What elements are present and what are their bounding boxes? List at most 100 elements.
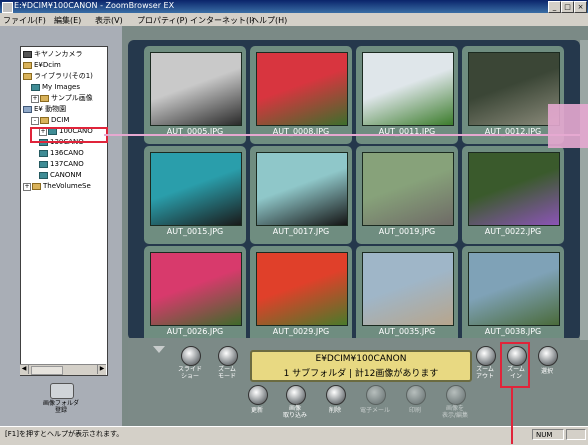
tree-node[interactable]: キヤノンカメラ xyxy=(21,49,107,60)
zoom-mode-button[interactable] xyxy=(218,346,238,366)
expand-toggle-icon[interactable]: + xyxy=(23,182,31,191)
thumbnail-image[interactable] xyxy=(150,252,242,326)
refresh-button[interactable] xyxy=(248,385,268,405)
thumbnail-image[interactable] xyxy=(150,152,242,226)
tree-node-label: 137CANO xyxy=(50,160,84,168)
tree-scrollbar[interactable]: ◀ ▶ xyxy=(20,364,106,375)
thumbnail-image[interactable] xyxy=(256,152,348,226)
select-button[interactable] xyxy=(538,346,558,366)
collapse-arrow-icon[interactable] xyxy=(153,346,165,353)
tree-node[interactable]: + サンプル画像 xyxy=(21,93,107,104)
main-scrollbar[interactable] xyxy=(580,40,588,340)
scroll-thumb[interactable] xyxy=(31,366,63,375)
info-count: 1 サブフォルダ | 計12画像があります xyxy=(283,369,439,379)
thumbnail-filename: AUT_0015.JPG xyxy=(166,227,224,236)
import-button[interactable] xyxy=(286,385,306,405)
tree-node[interactable]: 136CANO xyxy=(21,148,107,159)
menu-bar: ファイル(F) 編集(E) 表示(V) プロパティ(P) インターネット(I) … xyxy=(0,13,588,26)
status-help-text: [F1]を押すとヘルプが表示されます。 xyxy=(5,430,124,438)
thumbnail-filename: AUT_0038.JPG xyxy=(484,327,542,336)
tree-node[interactable]: CANONM xyxy=(21,170,107,181)
tree-node[interactable]: E¥Dcim xyxy=(21,60,107,71)
folder-icon xyxy=(40,117,49,124)
thumbnail-grid: AUT_0005.JPG AUT_0008.JPG AUT_0011.JPG AUT_… xyxy=(128,40,580,344)
thumbnail-image[interactable] xyxy=(468,152,560,226)
thumbnail[interactable]: AUT_0008.JPG xyxy=(250,46,352,144)
tree-node[interactable]: E¥ 動物園 xyxy=(21,104,107,115)
tree-node-label: キヤノンカメラ xyxy=(34,50,83,58)
email-button[interactable] xyxy=(366,385,386,405)
tree-node[interactable]: - DCIM xyxy=(21,115,107,126)
thumbnail-filename: AUT_0017.JPG xyxy=(272,227,330,236)
print-label: 印刷 xyxy=(408,407,421,414)
zoom-mode-label: ズーム モード xyxy=(217,366,236,380)
menu-edit[interactable]: 編集(E) xyxy=(54,15,81,26)
tree-node[interactable]: ライブラリ(その1) xyxy=(21,71,107,82)
register-folder-label: 画像フォルダ 登録 xyxy=(42,400,79,414)
thumbnail[interactable]: AUT_0017.JPG xyxy=(250,146,352,244)
thumbnail-image[interactable] xyxy=(256,252,348,326)
thumbnail-filename: AUT_0026.JPG xyxy=(166,327,224,336)
thumbnail-image[interactable] xyxy=(362,152,454,226)
folder-icon xyxy=(40,95,49,102)
zoom-in-highlight-box xyxy=(500,342,530,388)
thumbnail-image[interactable] xyxy=(468,252,560,326)
expand-toggle-icon[interactable]: - xyxy=(31,116,39,125)
thumbnail[interactable]: AUT_0029.JPG xyxy=(250,246,352,344)
delete-button[interactable] xyxy=(326,385,346,405)
tree-node[interactable]: My Images xyxy=(21,82,107,93)
tree-node-label: DCIM xyxy=(51,116,70,124)
select-label: 選択 xyxy=(540,368,553,375)
thumbnail-filename: AUT_0019.JPG xyxy=(378,227,436,236)
tree-node-label: My Images xyxy=(42,83,80,91)
tree-node-label: サンプル画像 xyxy=(51,94,93,102)
zoom-out-button[interactable] xyxy=(476,346,496,366)
menu-view[interactable]: 表示(V) xyxy=(95,15,123,26)
tree-node[interactable]: + TheVolumeSe xyxy=(21,181,107,192)
folder-icon xyxy=(39,150,48,157)
app-icon xyxy=(2,2,13,13)
folder-icon xyxy=(23,51,32,58)
view-edit-button[interactable] xyxy=(446,385,466,405)
tree-node-label: CANONM xyxy=(50,171,82,179)
view-edit-label: 画像を 表示/編集 xyxy=(441,405,469,419)
thumbnail-image[interactable] xyxy=(256,52,348,126)
folder-icon xyxy=(39,172,48,179)
folder-icon xyxy=(31,84,40,91)
window-title: E:¥DCIM¥100CANON - ZoomBrowser EX xyxy=(14,1,175,10)
scroll-left-arrow[interactable]: ◀ xyxy=(20,365,29,374)
slideshow-button[interactable] xyxy=(181,346,201,366)
minimize-button[interactable]: _ xyxy=(548,1,561,13)
menu-file[interactable]: ファイル(F) xyxy=(3,15,46,26)
menu-help[interactable]: ヘルプ(H) xyxy=(251,15,287,26)
thumbnail[interactable]: AUT_0038.JPG xyxy=(462,246,564,344)
scroll-right-arrow[interactable]: ▶ xyxy=(97,365,106,374)
thumbnail[interactable]: AUT_0035.JPG xyxy=(356,246,458,344)
maximize-button[interactable]: □ xyxy=(561,1,574,13)
thumbnail[interactable]: AUT_0019.JPG xyxy=(356,146,458,244)
tree-node-label: TheVolumeSe xyxy=(43,182,91,190)
thumbnail-image[interactable] xyxy=(362,252,454,326)
info-path: E¥DCIM¥100CANON xyxy=(315,354,407,364)
pointer-callout xyxy=(548,104,588,148)
thumbnail[interactable]: AUT_0022.JPG xyxy=(462,146,564,244)
thumbnail[interactable]: AUT_0005.JPG xyxy=(144,46,246,144)
folder-icon xyxy=(23,62,32,69)
tree-node[interactable]: 137CANO xyxy=(21,159,107,170)
thumbnail-image[interactable] xyxy=(150,52,242,126)
folder-tree[interactable]: キヤノンカメラ E¥Dcim ライブラリ(その1) My Images + サンプル画像 E… xyxy=(20,46,108,376)
thumbnail[interactable]: AUT_0026.JPG xyxy=(144,246,246,344)
print-button[interactable] xyxy=(406,385,426,405)
info-panel: E¥DCIM¥100CANON 1 サブフォルダ | 計12画像があります xyxy=(250,350,472,382)
menu-properties[interactable]: プロパティ(P) xyxy=(137,15,188,26)
thumbnail-image[interactable] xyxy=(468,52,560,126)
thumbnail-image[interactable] xyxy=(362,52,454,126)
expand-toggle-icon[interactable]: + xyxy=(31,94,39,103)
folder-icon xyxy=(23,73,32,80)
close-button[interactable]: × xyxy=(574,1,587,13)
tree-highlight-box xyxy=(30,127,108,143)
thumbnail[interactable]: AUT_0011.JPG xyxy=(356,46,458,144)
register-folder-icon[interactable] xyxy=(50,383,74,399)
thumbnail[interactable]: AUT_0015.JPG xyxy=(144,146,246,244)
menu-internet[interactable]: インターネット(I) xyxy=(190,15,255,26)
